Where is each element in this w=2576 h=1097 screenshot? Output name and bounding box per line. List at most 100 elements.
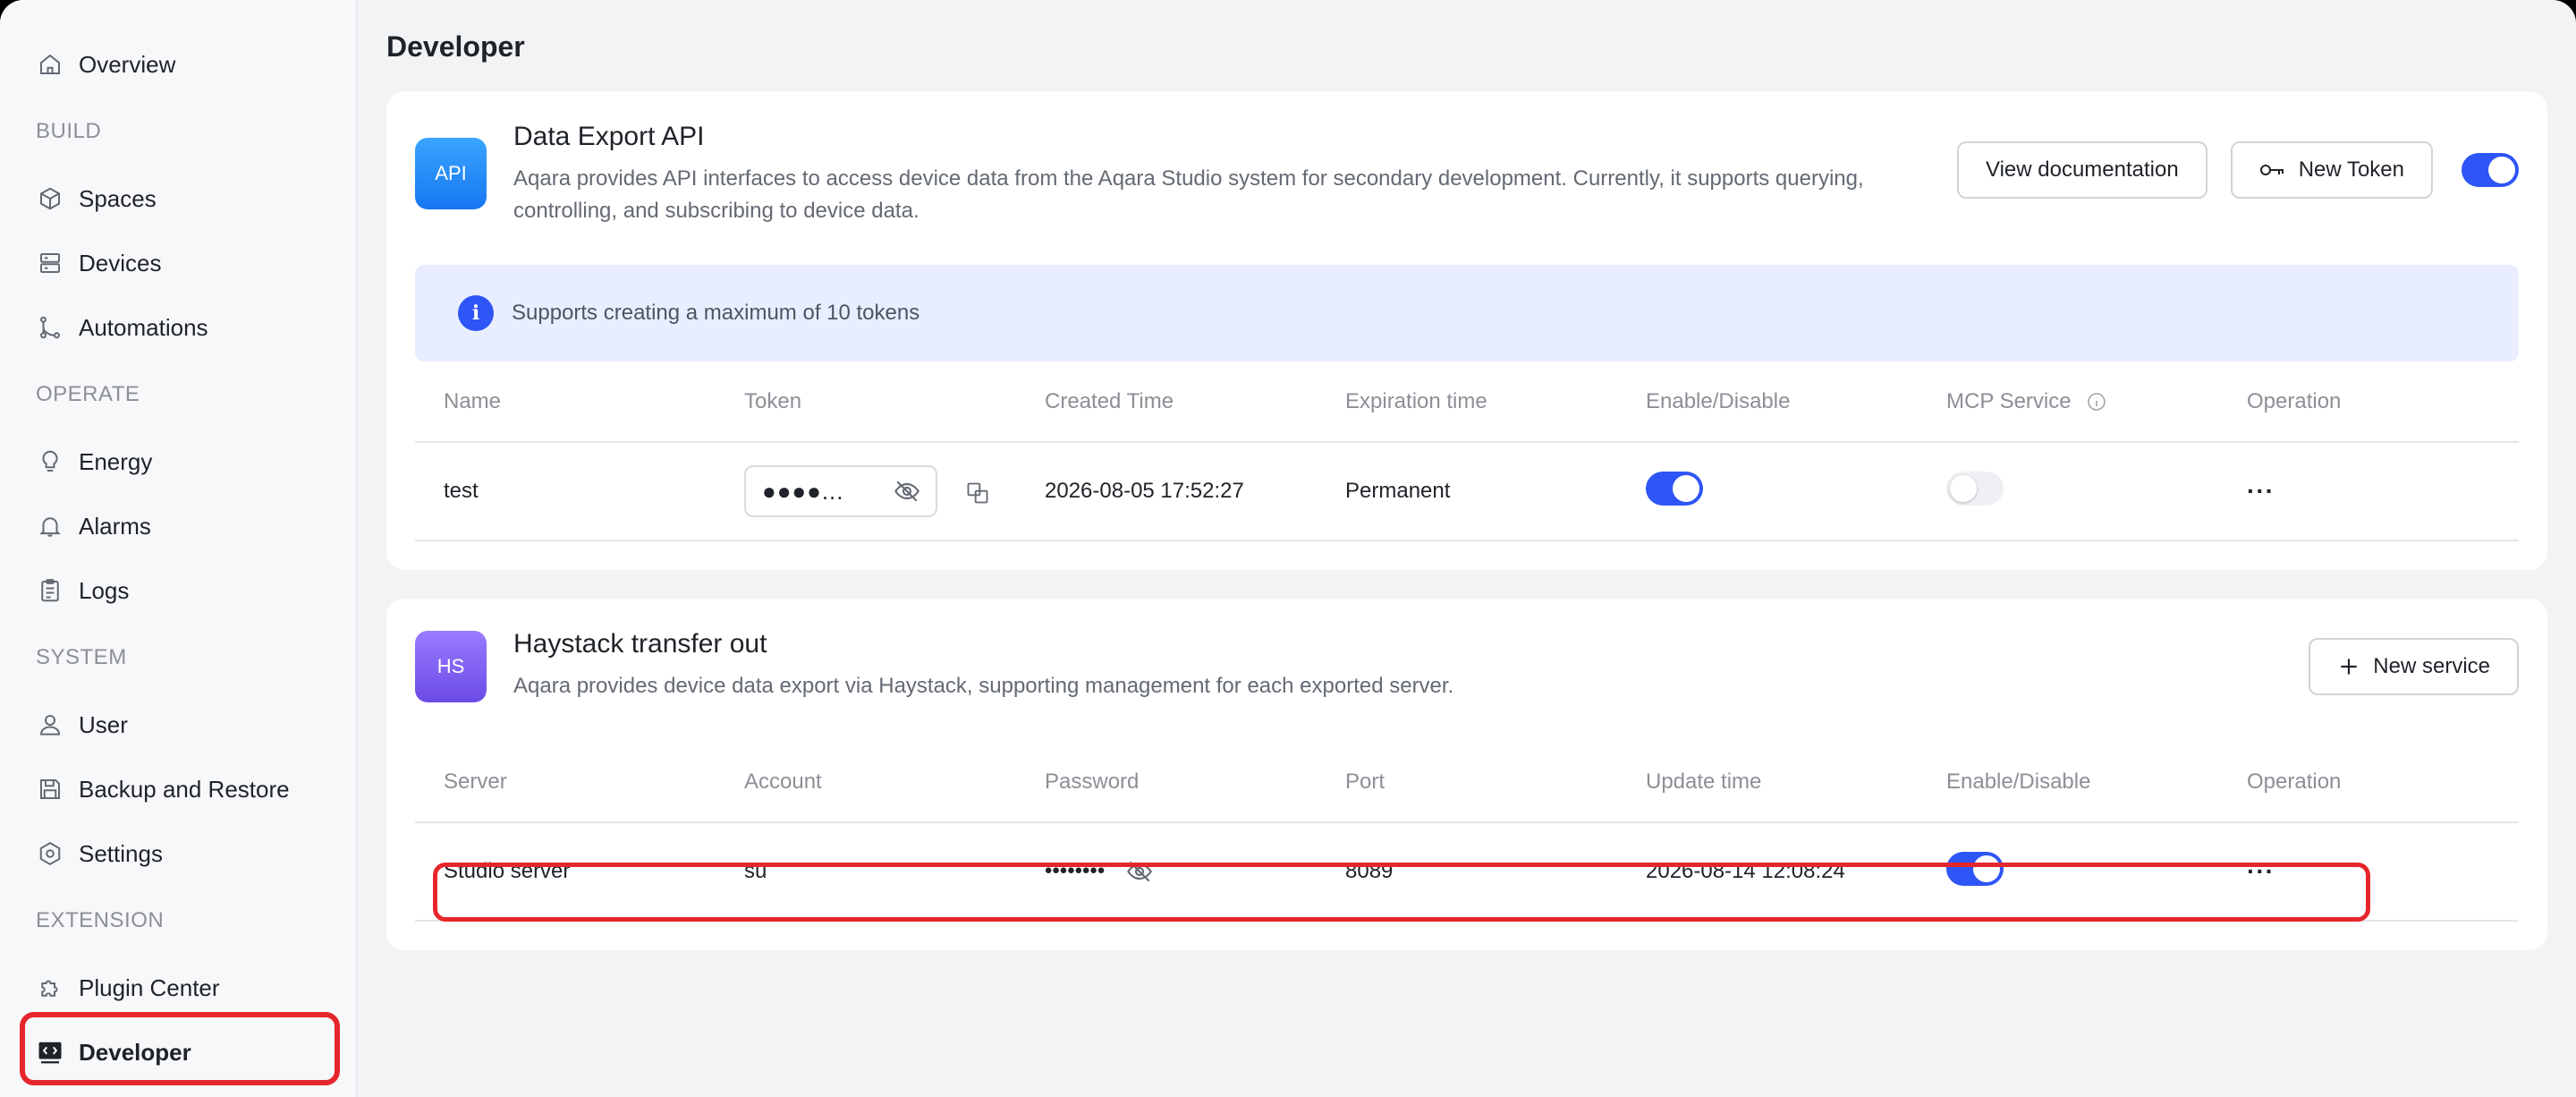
table-row: test ●●●●... 2026-08-05 17:52:27 Permane — [415, 442, 2519, 541]
sidebar-item-spaces[interactable]: Spaces — [0, 166, 356, 231]
bell-icon — [36, 512, 64, 540]
mcp-service-toggle[interactable] — [1946, 471, 2004, 506]
sidebar-item-label: Spaces — [79, 184, 157, 212]
gear-icon — [36, 839, 64, 868]
password-cell: •••••••• — [1016, 822, 1317, 922]
sidebar-item-label: Plugin Center — [79, 974, 220, 1001]
sidebar-item-label: Backup and Restore — [79, 775, 290, 803]
new-token-button[interactable]: New Token — [2230, 141, 2433, 199]
notice-text: Supports creating a maximum of 10 tokens — [512, 301, 920, 325]
sidebar-item-logs[interactable]: Logs — [0, 558, 356, 623]
token-limit-notice: i Supports creating a maximum of 10 toke… — [415, 265, 2519, 361]
sidebar-item-alarms[interactable]: Alarms — [0, 494, 356, 558]
hs-badge: HS — [415, 631, 487, 702]
token-cell: ●●●●... — [716, 442, 1016, 541]
token-enable-toggle[interactable] — [1646, 471, 1703, 506]
page-title: Developer — [386, 30, 525, 63]
sidebar-section-build: BUILD — [36, 119, 102, 143]
token-table: Name Token Created Time Expiration time … — [415, 361, 2519, 541]
cube-icon — [36, 184, 64, 213]
api-badge: API — [415, 138, 487, 209]
flow-icon — [36, 313, 64, 342]
column-header: Operation — [2218, 361, 2519, 443]
token-field: ●●●●... — [744, 465, 937, 517]
enable-cell — [1918, 822, 2218, 922]
sidebar-item-label: Alarms — [79, 512, 151, 540]
sidebar-item-label: Settings — [79, 839, 163, 867]
operation-cell: ··· — [2218, 822, 2519, 922]
sidebar-section-operate: OPERATE — [36, 382, 140, 406]
info-circle-icon[interactable] — [2086, 391, 2107, 412]
view-documentation-button[interactable]: View documentation — [1957, 141, 2207, 199]
sidebar-item-label: Logs — [79, 576, 130, 604]
column-header: Account — [716, 742, 1016, 823]
server-name: Studio server — [415, 822, 716, 922]
api-enable-toggle[interactable] — [2462, 153, 2519, 187]
token-name: test — [415, 442, 716, 541]
sidebar-section-extension: EXTENSION — [36, 908, 165, 932]
home-icon — [36, 50, 64, 79]
update-time: 2026-08-14 12:08:24 — [1617, 822, 1918, 922]
card-description: Aqara provides API interfaces to access … — [513, 166, 1864, 223]
table-row[interactable]: Studio server su •••••••• 8089 2026-08-1… — [415, 822, 2519, 922]
eye-off-icon[interactable] — [893, 477, 921, 506]
more-options-button[interactable]: ··· — [2247, 477, 2275, 505]
eye-off-icon[interactable] — [1125, 857, 1154, 886]
account: su — [716, 822, 1016, 922]
column-header: Server — [415, 742, 716, 823]
sidebar-item-label: Developer — [79, 1038, 191, 1066]
new-service-button[interactable]: New service — [2309, 638, 2519, 695]
bulb-icon — [36, 447, 64, 476]
sidebar-item-overview[interactable]: Overview — [0, 32, 356, 97]
sidebar-item-label: User — [79, 710, 128, 738]
sidebar-item-settings[interactable]: Settings — [0, 821, 356, 886]
new-token-label: New Token — [2298, 157, 2404, 182]
column-header: Operation — [2218, 742, 2519, 823]
sidebar: Overview BUILD Spaces Devices Automation… — [0, 0, 358, 1097]
created-time: 2026-08-05 17:52:27 — [1016, 442, 1317, 541]
column-header: Password — [1016, 742, 1317, 823]
copy-icon[interactable] — [965, 480, 990, 506]
sidebar-item-devices[interactable]: Devices — [0, 231, 356, 295]
column-header: Token — [716, 361, 1016, 443]
sidebar-item-backup-and-restore[interactable]: Backup and Restore — [0, 757, 356, 821]
column-header-label: MCP Service — [1946, 388, 2072, 413]
sidebar-item-user[interactable]: User — [0, 693, 356, 757]
mcp-cell — [1918, 442, 2218, 541]
column-header: Update time — [1617, 742, 1918, 823]
column-header: Created Time — [1016, 361, 1317, 443]
code-icon — [36, 1038, 64, 1067]
column-header: Enable/Disable — [1617, 361, 1918, 443]
operation-cell: ··· — [2218, 442, 2519, 541]
column-header: Port — [1317, 742, 1617, 823]
server-icon — [36, 249, 64, 277]
user-icon — [36, 710, 64, 739]
enable-cell — [1617, 442, 1918, 541]
haystack-server-table: Server Account Password Port Update time… — [415, 742, 2519, 922]
app-window: Overview BUILD Spaces Devices Automation… — [0, 0, 2576, 1097]
save-icon — [36, 775, 64, 804]
sidebar-section-system: SYSTEM — [36, 645, 127, 669]
sidebar-item-plugin-center[interactable]: Plugin Center — [0, 956, 356, 1020]
new-service-label: New service — [2373, 654, 2490, 678]
sidebar-item-automations[interactable]: Automations — [0, 295, 356, 360]
column-header: Enable/Disable — [1918, 742, 2218, 823]
data-export-api-card: API Data Export API Aqara provides API i… — [386, 91, 2547, 570]
port: 8089 — [1317, 822, 1617, 922]
server-enable-toggle[interactable] — [1946, 851, 2004, 886]
card-description: Aqara provides device data export via Ha… — [513, 674, 1454, 698]
password-value: •••••••• — [1045, 858, 1106, 883]
token-value: ●●●●... — [762, 477, 844, 505]
clipboard-icon — [36, 576, 64, 605]
key-icon — [2259, 165, 2284, 175]
card-title: Haystack transfer out — [513, 629, 767, 659]
haystack-transfer-card: HS Haystack transfer out Aqara provides … — [386, 599, 2547, 950]
column-header: Name — [415, 361, 716, 443]
info-icon: i — [458, 295, 494, 331]
sidebar-item-energy[interactable]: Energy — [0, 429, 356, 494]
card-title: Data Export API — [513, 122, 705, 151]
expiration-time: Permanent — [1317, 442, 1617, 541]
sidebar-item-developer[interactable]: Developer — [0, 1020, 356, 1084]
more-options-button[interactable]: ··· — [2247, 857, 2275, 885]
plus-icon — [2341, 659, 2357, 675]
